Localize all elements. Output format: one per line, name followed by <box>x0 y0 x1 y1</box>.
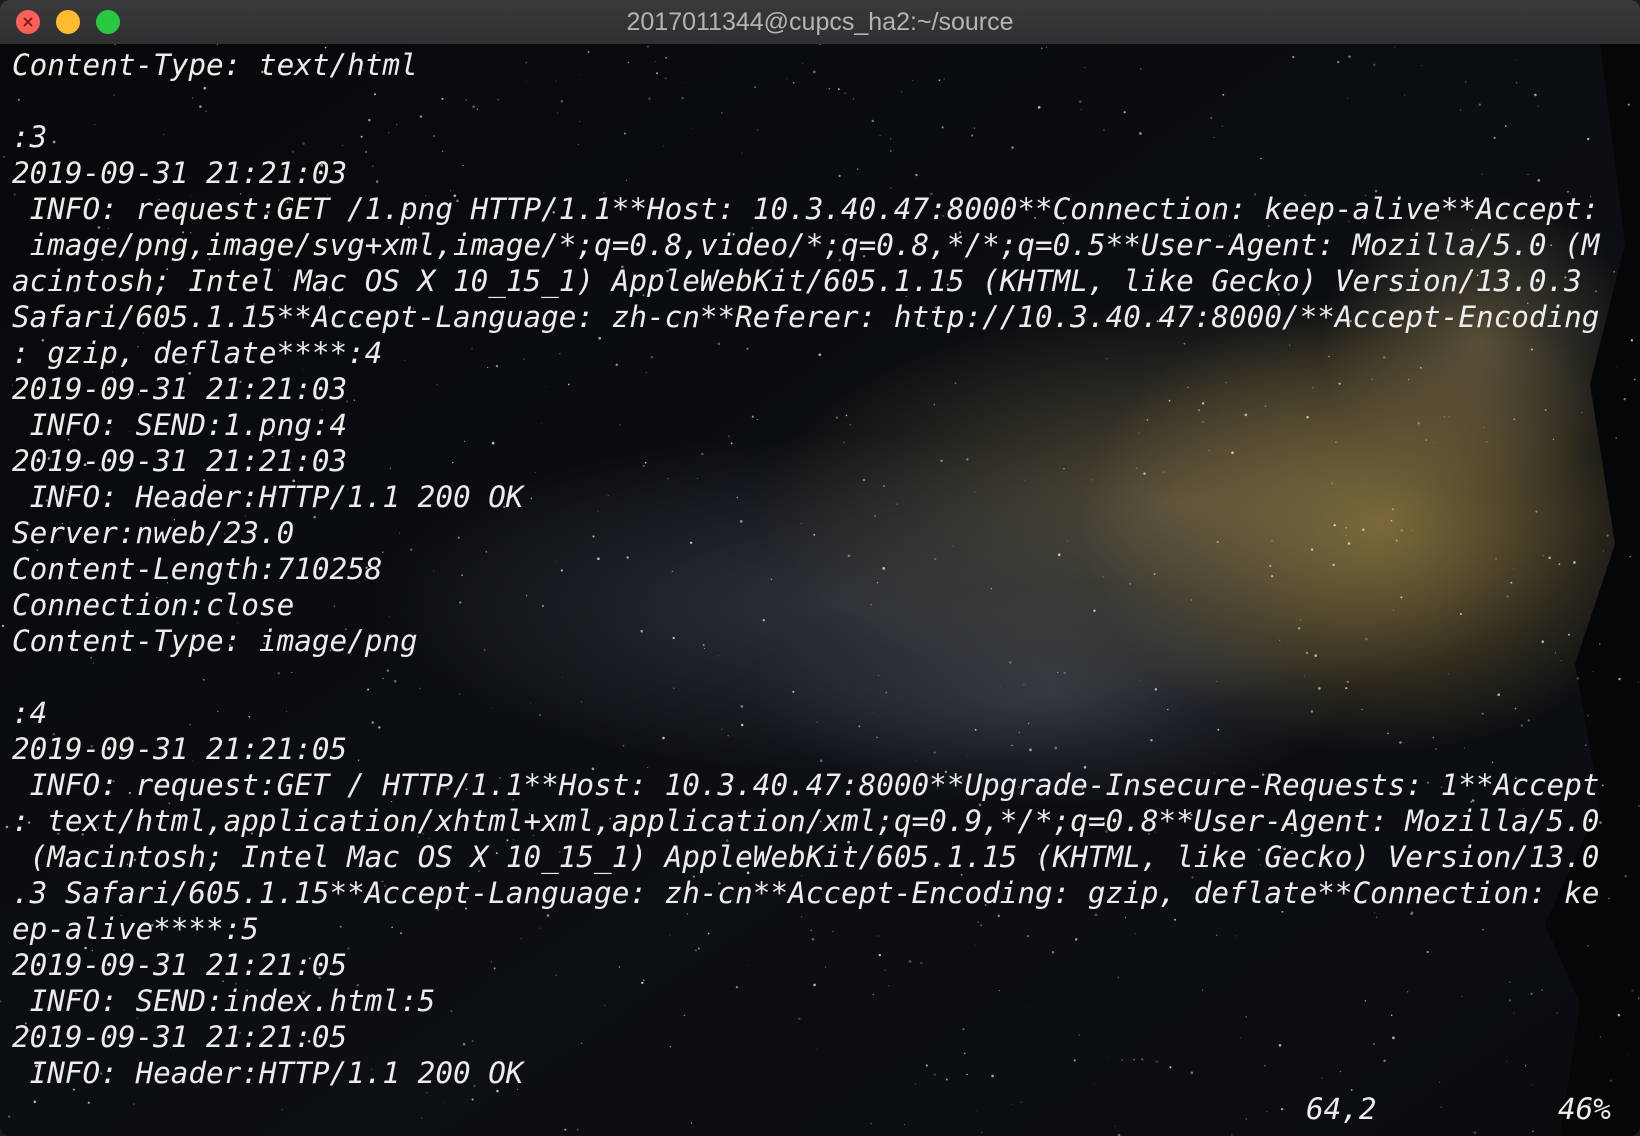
terminal-line: acintosh; Intel Mac OS X 10_15_1) AppleW… <box>12 264 1582 298</box>
terminal-line: (Macintosh; Intel Mac OS X 10_15_1) Appl… <box>12 840 1600 874</box>
terminal-line: : gzip, deflate****:4 <box>12 336 383 370</box>
terminal-line: :3 <box>12 120 48 154</box>
terminal-line: 2019-09-31 21:21:03 <box>12 444 348 478</box>
terminal-line: 2019-09-31 21:21:05 <box>12 948 348 982</box>
terminal-line: Safari/605.1.15**Accept-Language: zh-cn*… <box>12 300 1600 334</box>
terminal-content[interactable]: Content-Type: text/html:3 2019-09-31 21:2… <box>0 44 1640 1136</box>
terminal-line: Connection:close <box>12 588 295 622</box>
terminal-output[interactable]: Content-Type: text/html:3 2019-09-31 21:2… <box>12 47 1632 1091</box>
terminal-line: image/png,image/svg+xml,image/*;q=0.8,vi… <box>12 228 1600 262</box>
terminal-line: INFO: request:GET / HTTP/1.1**Host: 10.3… <box>12 768 1600 802</box>
terminal-line: : text/html,application/xhtml+xml,applic… <box>12 804 1600 838</box>
terminal-line: Content-Type: text/html <box>12 48 418 82</box>
terminal-line: 2019-09-31 21:21:03 <box>12 372 348 406</box>
window-title: 2017011344@cupcs_ha2:~/source <box>626 8 1014 36</box>
terminal-line: ep-alive****:5 <box>12 912 259 946</box>
terminal-line: Content-Length:710258 <box>12 552 383 586</box>
terminal-line: 2019-09-31 21:21:03 <box>12 156 348 190</box>
terminal-line: INFO: request:GET /1.png HTTP/1.1**Host:… <box>12 192 1600 226</box>
terminal-line: Content-Type: image/png <box>12 624 418 658</box>
terminal-line: Server:nweb/23.0 <box>12 516 295 550</box>
terminal-line: INFO: SEND:index.html:5 <box>12 984 436 1018</box>
terminal-line: 2019-09-31 21:21:05 <box>12 732 348 766</box>
terminal-line: INFO: Header:HTTP/1.1 200 OK <box>12 1056 524 1090</box>
terminal-line: INFO: Header:HTTP/1.1 200 OK <box>12 480 524 514</box>
title-bar[interactable]: × 2017011344@cupcs_ha2:~/source <box>0 0 1640 45</box>
terminal-window: × 2017011344@cupcs_ha2:~/source Content-… <box>0 0 1640 1136</box>
scroll-percent: 46% <box>1558 1092 1611 1126</box>
terminal-line: 2019-09-31 21:21:05 <box>12 1020 348 1054</box>
terminal-line: .3 Safari/605.1.15**Accept-Language: zh-… <box>12 876 1600 910</box>
terminal-line: :4 <box>12 696 48 730</box>
terminal-line: INFO: SEND:1.png:4 <box>12 408 348 442</box>
cursor-position: 64,2 <box>1306 1092 1377 1126</box>
